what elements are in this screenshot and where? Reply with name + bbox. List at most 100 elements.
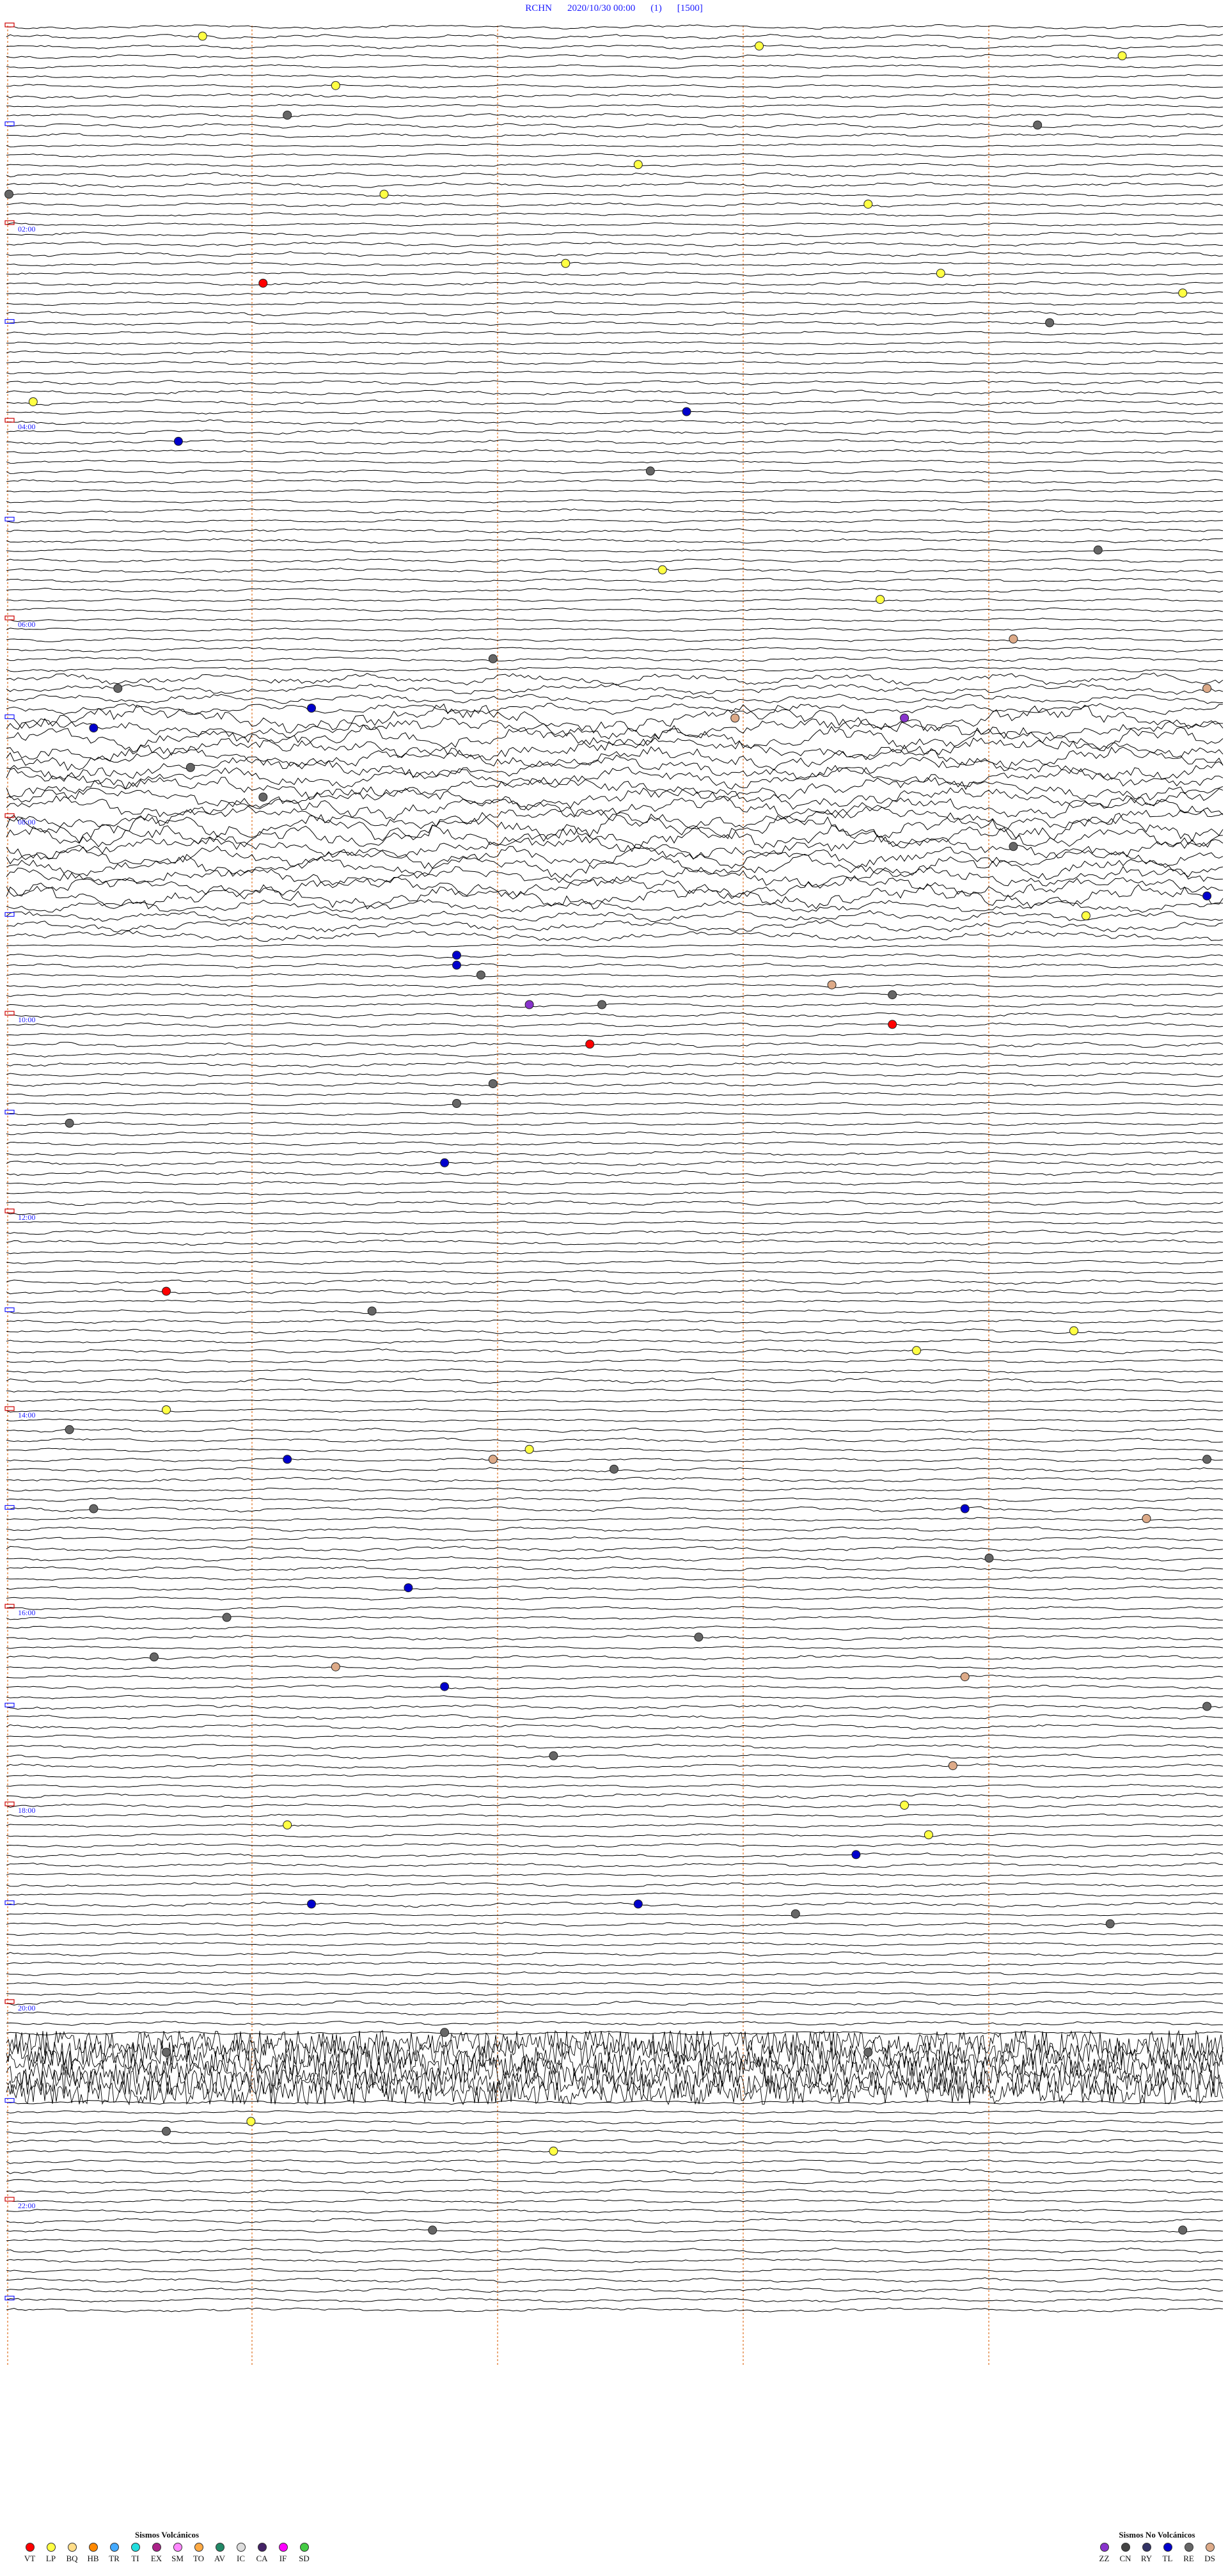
legend-item-zz: ZZ [1094, 2543, 1115, 2564]
legend-code: SM [171, 2554, 184, 2563]
trace-line [6, 360, 1224, 365]
event-marker-re [488, 1079, 498, 1089]
trace-line [6, 389, 1224, 396]
legend-item-if: IF [272, 2543, 294, 2564]
trace-line [6, 1981, 1224, 1986]
trace-line [6, 2179, 1224, 2185]
trace-line [6, 1082, 1224, 1087]
event-marker-ds [1202, 684, 1212, 693]
legend-item-vt: VT [19, 2543, 40, 2564]
event-marker-re [428, 2225, 437, 2235]
trace-line [6, 1723, 1224, 1730]
trace-line [6, 617, 1224, 622]
event-marker-re [162, 2048, 171, 2057]
hour-label: 06:00 [18, 620, 35, 629]
trace-line [6, 672, 1224, 686]
event-marker-vt [585, 1039, 595, 1049]
trace-line [6, 1774, 1224, 1779]
legend-item-ex: EX [146, 2543, 167, 2564]
trace-line [6, 973, 1223, 978]
event-marker-lp [549, 2146, 558, 2156]
legend-item-cn: CN [1115, 2543, 1136, 2564]
event-marker-tl [440, 1158, 450, 1167]
trace-line [6, 310, 1224, 317]
hour-labels: 02:00 04:00 06:00 08:00 10:00 12:00 14:00 16:00… [18, 225, 35, 2210]
row-tick [4, 912, 15, 917]
trace-line [6, 291, 1224, 296]
legend-nonvolcanic: Sismos No Volcánicos ZZ CN RY TL RE DS [1094, 2530, 1220, 2564]
event-marker-re [113, 684, 123, 693]
seismogram-traces [6, 24, 1224, 2312]
trace-line [6, 380, 1224, 386]
event-marker-lp [657, 565, 667, 574]
trace-line [6, 1655, 1224, 1661]
event-marker-tl [307, 1899, 316, 1909]
trace-line [6, 1714, 1224, 1720]
trace-line [6, 1961, 1224, 1967]
event-marker-re [476, 970, 485, 980]
trace-line [6, 1882, 1224, 1888]
trace-line [6, 202, 1224, 208]
hour-label: 18:00 [18, 1806, 35, 1815]
trace-line [6, 1506, 1224, 1513]
event-marker-lp [1178, 288, 1188, 298]
event-marker-re [1202, 1455, 1212, 1464]
event-marker-re [1009, 842, 1018, 851]
trace-line [6, 1289, 1224, 1295]
event-marker-ds [960, 1672, 970, 1682]
trace-line [6, 331, 1224, 336]
trace-line [6, 2129, 1224, 2135]
legend-code: AV [214, 2554, 226, 2563]
trace-line [6, 261, 1224, 267]
trace-line [6, 508, 1224, 514]
trace-line [6, 2258, 1224, 2263]
trace-line [6, 301, 1224, 306]
trace-line [6, 2218, 1224, 2224]
legend-dot-icon [1184, 2543, 1193, 2552]
trace-line [6, 24, 1224, 30]
trace-line [6, 899, 1224, 913]
trace-line [6, 983, 1224, 988]
trace-line [6, 865, 1224, 888]
trace-line [6, 2277, 1224, 2283]
legend-dot-icon [88, 2543, 98, 2552]
event-marker-lp [1117, 51, 1127, 61]
trace-line [6, 1922, 1224, 1927]
legend-dot-icon [152, 2543, 161, 2552]
legend-dot-icon [1142, 2543, 1151, 2552]
trace-line [6, 1141, 1224, 1146]
minute-marker-lines [7, 26, 989, 2367]
event-marker-re [283, 111, 292, 120]
legend-dot-icon [1163, 2543, 1172, 2552]
trace-line [6, 2149, 1224, 2154]
trace-line [6, 1131, 1224, 1137]
trace-line [6, 74, 1224, 79]
legend-dot-icon [278, 2543, 288, 2552]
legend-code: DS [1204, 2554, 1215, 2563]
legend-code: CA [256, 2554, 268, 2563]
trace-line [6, 459, 1224, 464]
legend-dot-icon [1099, 2543, 1109, 2552]
trace-line [6, 786, 1224, 810]
legend-dot-icon [67, 2543, 77, 2552]
row-tick [4, 2098, 15, 2103]
legend-nonvolcanic-items: ZZ CN RY TL RE DS [1094, 2543, 1220, 2564]
legend-item-ca: CA [251, 2543, 272, 2564]
trace-line [6, 1941, 1224, 1947]
trace-line [6, 1664, 1224, 1670]
trace-line [6, 439, 1223, 445]
row-tick [4, 1307, 15, 1313]
trace-line [6, 1151, 1224, 1157]
trace-line [6, 1319, 1224, 1324]
trace-line [6, 1545, 1224, 1552]
trace-line [6, 558, 1224, 564]
event-marker-vt [258, 278, 268, 288]
row-tick [4, 121, 15, 127]
legend-nonvolcanic-title: Sismos No Volcánicos [1119, 2530, 1195, 2540]
legend-code: LP [45, 2554, 56, 2563]
trace-line [6, 1102, 1224, 1107]
event-marker-re [258, 793, 268, 802]
trace-line [6, 1260, 1224, 1265]
trace-line [6, 1971, 1224, 1977]
row-tick [4, 1801, 15, 1806]
